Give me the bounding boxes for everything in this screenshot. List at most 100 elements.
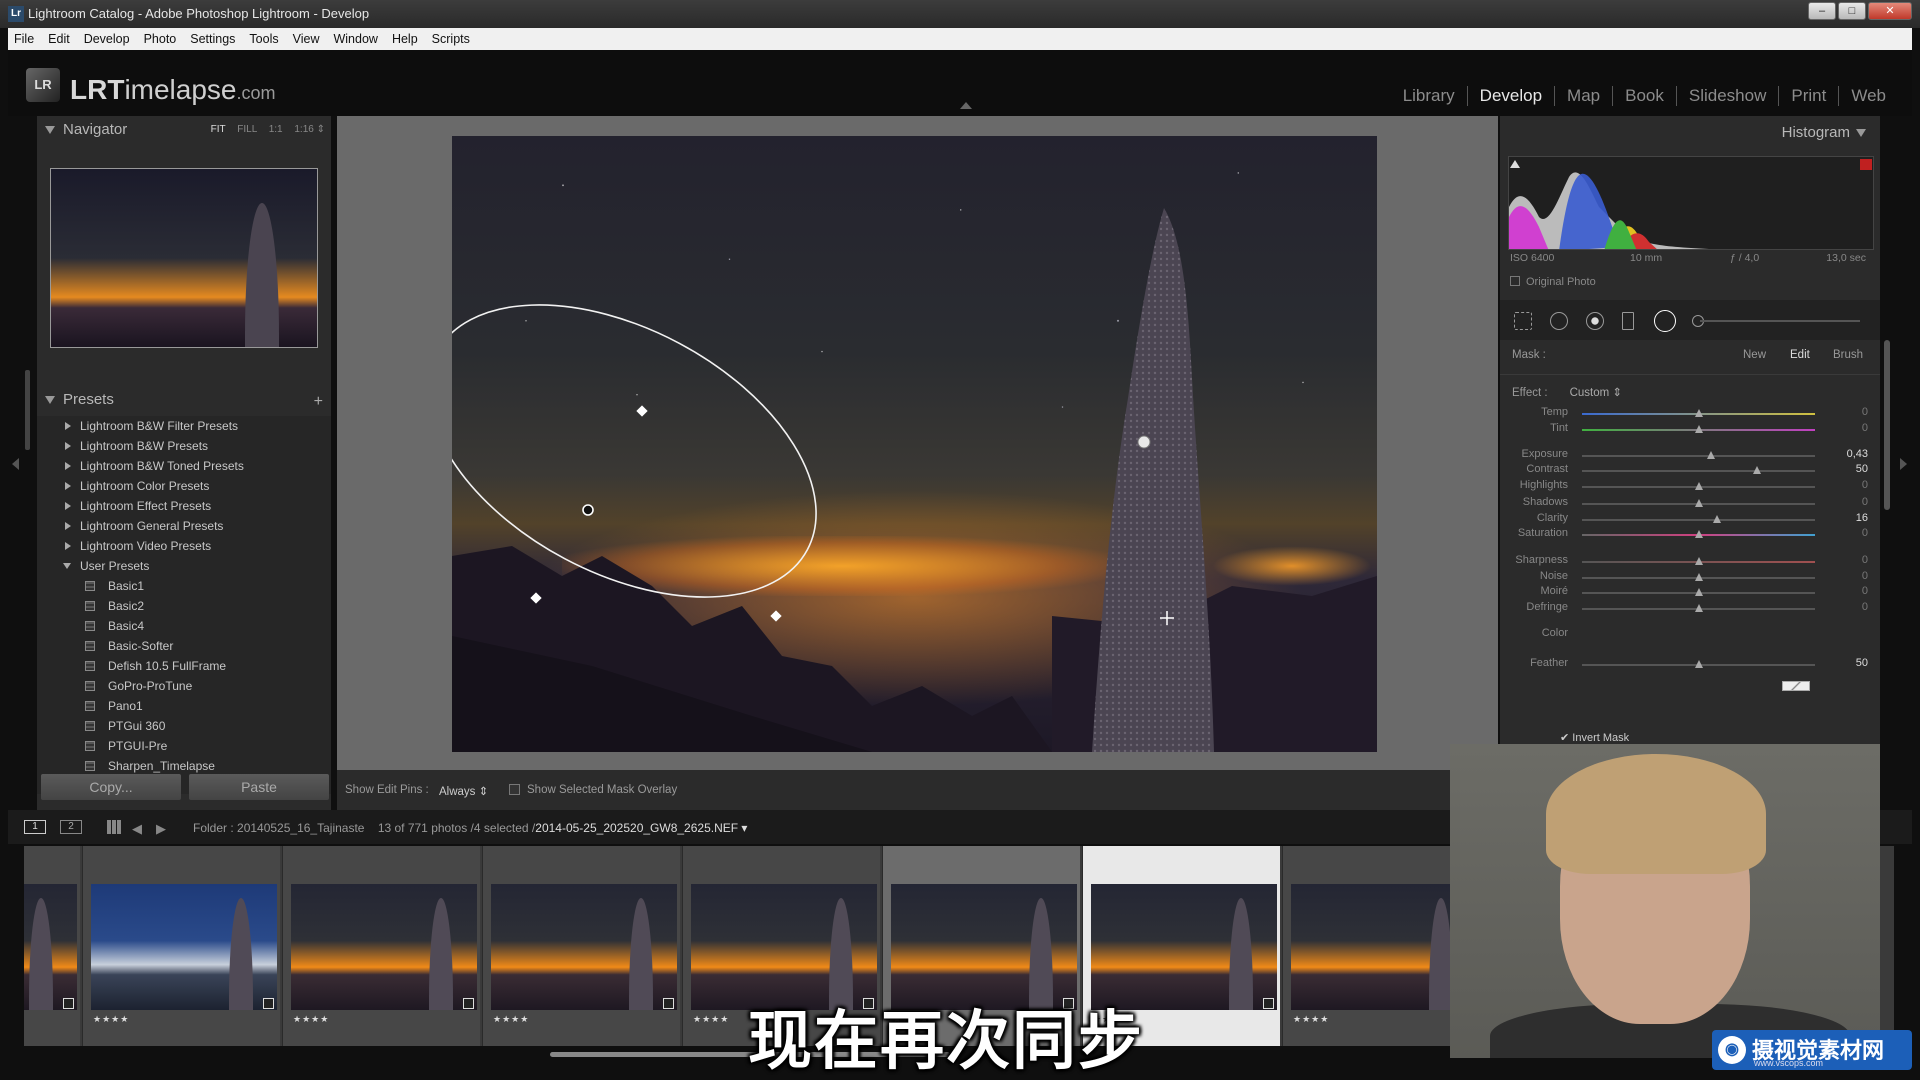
slider-track[interactable] bbox=[1582, 519, 1815, 521]
left-panel-toggle-icon[interactable] bbox=[12, 458, 19, 470]
preset-folder[interactable]: Lightroom B&W Presets bbox=[37, 436, 331, 456]
slider-value[interactable]: 50 bbox=[1856, 463, 1868, 475]
mask-overlay-checkbox[interactable] bbox=[509, 784, 520, 795]
collapsed-triangle-icon[interactable] bbox=[65, 462, 71, 470]
left-panel-scrollbar[interactable] bbox=[25, 370, 30, 450]
module-print[interactable]: Print bbox=[1778, 86, 1838, 106]
preset-item[interactable]: Sharpen_Timelapse bbox=[37, 756, 331, 776]
mask-brush-button[interactable]: Brush bbox=[1833, 349, 1863, 361]
collapsed-triangle-icon[interactable] bbox=[65, 542, 71, 550]
slider-value[interactable]: 16 bbox=[1856, 512, 1868, 524]
slider-value[interactable]: 0 bbox=[1862, 585, 1868, 597]
preset-item[interactable]: Basic-Softer bbox=[37, 636, 331, 656]
slider-thumb[interactable] bbox=[1694, 482, 1703, 490]
filmstrip-thumbnail[interactable] bbox=[24, 846, 80, 1046]
preset-item[interactable]: Basic2 bbox=[37, 596, 331, 616]
radial-filter-tool-icon[interactable] bbox=[1654, 310, 1676, 332]
preset-folder[interactable]: Lightroom Video Presets bbox=[37, 536, 331, 556]
collapsed-triangle-icon[interactable] bbox=[65, 422, 71, 430]
slider-thumb[interactable] bbox=[1694, 409, 1703, 417]
crop-tool-icon[interactable] bbox=[1514, 312, 1532, 330]
preset-item[interactable]: Defish 10.5 FullFrame bbox=[37, 656, 331, 676]
filmstrip-thumbnail[interactable]: ★★★★ bbox=[482, 846, 680, 1046]
slider-value[interactable]: 0,43 bbox=[1847, 448, 1868, 460]
slider-value[interactable]: 0 bbox=[1862, 601, 1868, 613]
menu-window[interactable]: Window bbox=[333, 32, 377, 46]
mask-edit-button[interactable]: Edit bbox=[1790, 349, 1810, 361]
filmstrip-thumbnail[interactable]: ★★★★ bbox=[82, 846, 280, 1046]
preset-folder[interactable]: Lightroom Effect Presets bbox=[37, 496, 331, 516]
collapse-triangle-icon[interactable] bbox=[45, 126, 55, 134]
menu-photo[interactable]: Photo bbox=[144, 32, 177, 46]
spot-removal-tool-icon[interactable] bbox=[1550, 312, 1568, 330]
slider-value[interactable]: 0 bbox=[1862, 527, 1868, 539]
navigator-header[interactable]: Navigator FIT FILL 1:1 1:16 ⇕ bbox=[37, 116, 331, 144]
main-window-button[interactable]: 1 bbox=[24, 820, 46, 834]
menu-scripts[interactable]: Scripts bbox=[432, 32, 470, 46]
slider-track[interactable] bbox=[1582, 470, 1815, 472]
menu-tools[interactable]: Tools bbox=[249, 32, 278, 46]
module-library[interactable]: Library bbox=[1391, 86, 1467, 106]
collapsed-triangle-icon[interactable] bbox=[65, 482, 71, 490]
mask-new-button[interactable]: New bbox=[1743, 349, 1766, 361]
paste-settings-button[interactable]: Paste bbox=[189, 774, 329, 800]
preset-item[interactable]: Basic4 bbox=[37, 616, 331, 636]
zoom-fill[interactable]: FILL bbox=[237, 124, 257, 135]
slider-value[interactable]: 0 bbox=[1862, 570, 1868, 582]
secondary-window-button[interactable]: 2 bbox=[60, 820, 82, 834]
collapsed-triangle-icon[interactable] bbox=[65, 522, 71, 530]
collapse-triangle-icon[interactable] bbox=[1856, 129, 1866, 137]
top-panel-collapse-icon[interactable] bbox=[960, 102, 972, 109]
slider-thumb[interactable] bbox=[1694, 557, 1703, 565]
collapse-triangle-icon[interactable] bbox=[45, 396, 55, 404]
show-edit-pins-select[interactable]: Always ⇕ bbox=[439, 784, 488, 798]
preset-item[interactable]: Basic1 bbox=[37, 576, 331, 596]
tool-size-slider[interactable] bbox=[1700, 320, 1860, 322]
histogram-graph[interactable] bbox=[1508, 156, 1874, 250]
slider-thumb[interactable] bbox=[1694, 425, 1703, 433]
slider-value[interactable]: 0 bbox=[1862, 554, 1868, 566]
collapsed-triangle-icon[interactable] bbox=[65, 502, 71, 510]
module-web[interactable]: Web bbox=[1838, 86, 1898, 106]
effect-preset-select[interactable]: Custom ⇕ bbox=[1570, 387, 1622, 399]
grid-view-icon[interactable] bbox=[107, 820, 121, 834]
filmstrip-thumbnail[interactable]: ★★★★ bbox=[282, 846, 480, 1046]
menu-develop[interactable]: Develop bbox=[84, 32, 130, 46]
slider-thumb[interactable] bbox=[1694, 530, 1703, 538]
main-photo[interactable] bbox=[452, 136, 1377, 752]
slider-value[interactable]: 0 bbox=[1862, 422, 1868, 434]
edit-pin-icon[interactable] bbox=[1137, 435, 1151, 449]
maximize-button[interactable]: □ bbox=[1838, 2, 1866, 20]
slider-value[interactable]: 0 bbox=[1862, 496, 1868, 508]
previous-arrow-icon[interactable]: ◀ bbox=[132, 821, 142, 837]
module-slideshow[interactable]: Slideshow bbox=[1675, 86, 1779, 106]
preset-item[interactable]: PTGui 360 bbox=[37, 716, 331, 736]
menu-edit[interactable]: Edit bbox=[48, 32, 70, 46]
filmstrip-source-info[interactable]: Folder : 20140525_16_Tajinaste 13 of 771… bbox=[193, 821, 747, 835]
zoom-1-16[interactable]: 1:16 ⇕ bbox=[294, 124, 325, 135]
slider-thumb[interactable] bbox=[1694, 588, 1703, 596]
slider-track[interactable] bbox=[1582, 455, 1815, 457]
original-photo-toggle[interactable]: Original Photo bbox=[1510, 276, 1596, 288]
expanded-triangle-icon[interactable] bbox=[63, 563, 71, 569]
close-button[interactable]: ✕ bbox=[1868, 2, 1912, 20]
slider-value[interactable]: 50 bbox=[1856, 657, 1868, 669]
slider-thumb[interactable] bbox=[1707, 451, 1716, 459]
zoom-1-1[interactable]: 1:1 bbox=[269, 124, 283, 135]
slider-thumb[interactable] bbox=[1694, 660, 1703, 668]
right-panel-toggle-icon[interactable] bbox=[1900, 458, 1907, 470]
original-photo-checkbox[interactable] bbox=[1510, 276, 1520, 286]
menu-view[interactable]: View bbox=[293, 32, 320, 46]
minimize-button[interactable]: – bbox=[1808, 2, 1836, 20]
collapsed-triangle-icon[interactable] bbox=[65, 442, 71, 450]
right-panel-scrollbar[interactable] bbox=[1884, 340, 1890, 510]
preset-folder[interactable]: Lightroom General Presets bbox=[37, 516, 331, 536]
add-preset-icon[interactable]: + bbox=[314, 388, 323, 416]
preset-folder[interactable]: Lightroom Color Presets bbox=[37, 476, 331, 496]
slider-thumb[interactable] bbox=[1752, 466, 1761, 474]
graduated-filter-tool-icon[interactable] bbox=[1622, 312, 1634, 330]
next-arrow-icon[interactable]: ▶ bbox=[156, 821, 166, 837]
module-develop[interactable]: Develop bbox=[1466, 86, 1554, 106]
navigator-preview[interactable] bbox=[50, 168, 318, 348]
preset-folder[interactable]: User Presets bbox=[37, 556, 331, 576]
